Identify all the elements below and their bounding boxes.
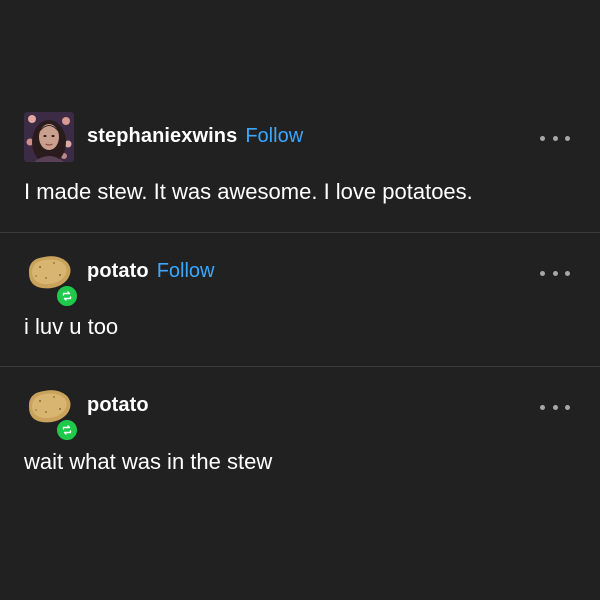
- more-options-button[interactable]: [540, 263, 570, 283]
- more-options-button[interactable]: [540, 128, 570, 148]
- dot-icon: [565, 135, 570, 141]
- dot-icon: [540, 404, 545, 410]
- avatar[interactable]: [24, 381, 79, 442]
- post-header: potato: [87, 393, 149, 417]
- username-link[interactable]: stephaniexwins: [87, 124, 237, 148]
- follow-button[interactable]: Follow: [245, 124, 303, 148]
- thread-post: potato wait what was in the stew: [0, 367, 600, 507]
- username-link[interactable]: potato: [87, 259, 149, 283]
- thread-post: potato Follow i luv u too: [0, 233, 600, 366]
- post-header: stephaniexwins Follow: [87, 124, 303, 148]
- post-body: I made stew. It was awesome. I love pota…: [24, 179, 473, 204]
- dot-icon: [552, 135, 558, 141]
- username-link[interactable]: potato: [87, 393, 149, 417]
- post-body: wait what was in the stew: [24, 449, 273, 474]
- avatar[interactable]: [24, 247, 79, 308]
- avatar[interactable]: [24, 112, 74, 162]
- post-header: potato Follow: [87, 259, 215, 283]
- more-options-button[interactable]: [540, 397, 570, 417]
- reblog-badge: [55, 418, 79, 442]
- dot-icon: [552, 404, 558, 410]
- dot-icon: [540, 135, 545, 141]
- dot-icon: [540, 270, 545, 276]
- dot-icon: [565, 404, 570, 410]
- dot-icon: [552, 270, 558, 276]
- reblog-icon: [62, 425, 72, 435]
- post-body: i luv u too: [24, 314, 119, 339]
- profile-photo-icon: [24, 112, 74, 162]
- reblog-badge: [55, 284, 79, 308]
- dot-icon: [565, 270, 570, 276]
- thread-post: stephaniexwins Follow I made stew. It wa…: [0, 98, 600, 232]
- reblog-icon: [62, 291, 72, 301]
- reblog-thread: stephaniexwins Follow I made stew. It wa…: [0, 0, 600, 600]
- follow-button[interactable]: Follow: [157, 259, 215, 283]
